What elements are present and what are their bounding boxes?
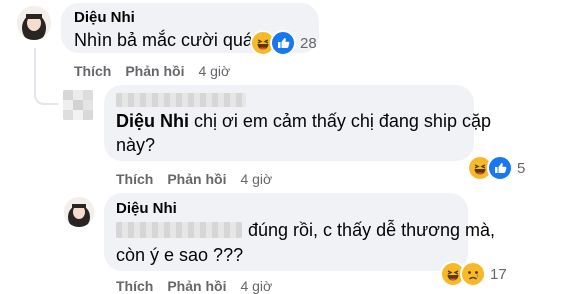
like-action[interactable]: Thích	[74, 63, 111, 79]
reaction-count: 28	[300, 34, 317, 52]
comment-text-line-2: này?	[116, 135, 156, 155]
reaction-summary[interactable]: 5	[467, 155, 526, 181]
reply-action[interactable]: Phản hồi	[167, 171, 226, 187]
mention-link[interactable]: Diệu Nhi	[116, 111, 189, 131]
sad-icon	[460, 261, 486, 287]
comment-actions: Thích Phản hồi 4 giờ	[74, 63, 244, 79]
hidden-author-name	[116, 93, 246, 107]
avatar-dieu-nhi[interactable]	[17, 6, 51, 40]
comment-actions: Thích Phản hồi 4 giờ	[116, 171, 286, 187]
hidden-mention	[116, 222, 242, 238]
comment-text: Nhìn bả mắc cười quá	[74, 30, 253, 50]
reaction-summary[interactable]: 28	[250, 30, 317, 56]
reaction-summary[interactable]: 17	[440, 261, 507, 287]
avatar-hidden-user[interactable]	[63, 90, 93, 120]
like-action[interactable]: Thích	[116, 171, 153, 187]
comment-text-line-1: đúng rồi, c thấy dễ thương mà,	[248, 220, 495, 240]
comment-author[interactable]: Diệu Nhi	[74, 9, 135, 26]
comment-author[interactable]: Diệu Nhi	[116, 200, 177, 217]
thread-connector	[34, 48, 58, 105]
avatar-dieu-nhi[interactable]	[64, 197, 94, 227]
reply-action[interactable]: Phản hồi	[125, 63, 184, 79]
timestamp[interactable]: 4 giờ	[240, 171, 272, 187]
comment-text: chị ơi em cảm thấy chị đang ship cặp	[194, 111, 491, 131]
comment-text-line-2: còn ý e sao ???	[116, 245, 244, 265]
like-icon	[270, 30, 296, 56]
like-icon	[487, 155, 513, 181]
timestamp[interactable]: 4 giờ	[198, 63, 230, 79]
reaction-count: 5	[517, 159, 526, 177]
comment-text-line-1: Diệu Nhi chị ơi em cảm thấy chị đang shi…	[116, 111, 491, 132]
reaction-count: 17	[490, 265, 507, 283]
